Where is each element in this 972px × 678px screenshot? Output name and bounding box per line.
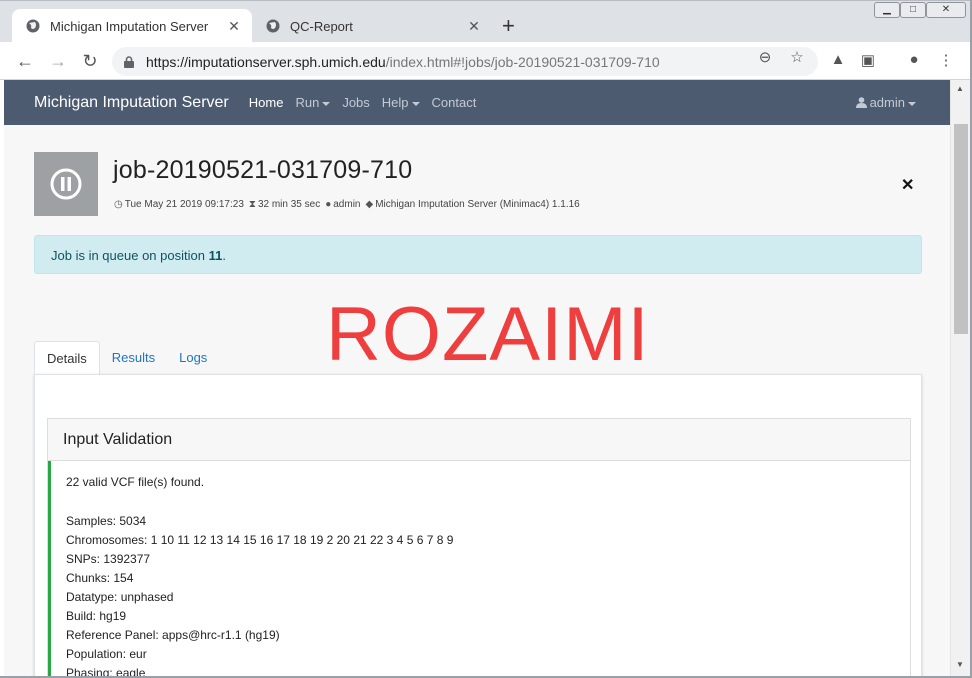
- browser-tab-michigan[interactable]: Michigan Imputation Server ✕: [12, 9, 252, 43]
- user-menu[interactable]: admin: [855, 95, 916, 110]
- zoom-icon[interactable]: ⊖: [756, 48, 774, 66]
- close-tab-icon[interactable]: ✕: [466, 18, 482, 35]
- page-viewport: Michigan Imputation Server Home Run Jobs…: [4, 80, 950, 676]
- job-app: Michigan Imputation Server (Minimac4) 1.…: [375, 199, 580, 210]
- navbar-brand[interactable]: Michigan Imputation Server: [34, 94, 229, 112]
- nav-item-jobs[interactable]: Jobs: [342, 95, 369, 110]
- tag-icon: ◆: [365, 199, 374, 210]
- url-host: https://imputationserver.sph.umich.edu: [146, 53, 386, 70]
- back-arrow-icon[interactable]: ←: [14, 50, 36, 72]
- validation-line: SNPs: 1392377: [66, 552, 151, 566]
- nav-item-help[interactable]: Help: [382, 95, 420, 110]
- user-menu-label: admin: [869, 95, 905, 110]
- globe-icon: [26, 19, 40, 33]
- browser-tab-title: QC-Report: [290, 18, 353, 34]
- validation-line: Reference Panel: apps@hrc-r1.1 (hg19): [66, 628, 280, 642]
- alert-prefix: Job is in queue on position: [51, 248, 209, 263]
- validation-line: Samples: 5034: [66, 514, 147, 528]
- close-window-icon[interactable]: ✕: [926, 2, 966, 18]
- validation-line: Build: hg19: [66, 609, 127, 623]
- job-status-icon: [34, 152, 98, 216]
- browser-tab-qc-report[interactable]: QC-Report ✕: [252, 9, 492, 43]
- validation-line: Phasing: eagle: [66, 666, 146, 676]
- caret-down-icon: [322, 101, 331, 106]
- browser-toolbar: ← → ↻ https://imputationserver.sph.umich…: [0, 42, 972, 80]
- validation-line: Datatype: unphased: [66, 590, 174, 604]
- maximize-window-icon[interactable]: □: [900, 2, 926, 18]
- url-path: /index.html#!jobs/job-20190521-031709-71…: [385, 53, 660, 70]
- reload-icon[interactable]: ↻: [79, 50, 101, 72]
- card-body: 22 valid VCF file(s) found. Samples: 503…: [48, 461, 910, 676]
- job-user: admin: [333, 199, 361, 210]
- forward-arrow-icon[interactable]: →: [47, 50, 69, 72]
- validation-line: Chunks: 154: [66, 571, 134, 585]
- caret-down-icon: [411, 101, 420, 106]
- watermark: ROZAIMI: [326, 292, 650, 377]
- hourglass-icon: ⧗: [248, 199, 256, 210]
- browser-menu-icon[interactable]: ⋮: [936, 51, 956, 69]
- nav-item-help-label: Help: [381, 95, 409, 110]
- lock-icon: [124, 55, 134, 68]
- profile-avatar-icon[interactable]: ●: [904, 51, 924, 68]
- job-tabs: Details Results Logs: [34, 341, 219, 375]
- globe-icon: [266, 19, 280, 33]
- validation-line: Chromosomes: 1 10 11 12 13 14 15 16 17 1…: [66, 533, 454, 547]
- nav-item-run[interactable]: Run: [295, 95, 331, 110]
- queue-alert: Job is in queue on position 11.: [34, 235, 922, 274]
- queue-position: 11: [208, 248, 223, 263]
- new-tab-icon[interactable]: +: [502, 14, 515, 38]
- tab-details[interactable]: Details: [34, 341, 100, 375]
- drive-extension-icon[interactable]: ▲: [828, 51, 848, 68]
- scroll-up-icon[interactable]: ▲: [956, 84, 964, 93]
- close-tab-icon[interactable]: ✕: [226, 18, 242, 35]
- job-title: job-20190521-031709-710: [113, 156, 413, 184]
- pause-icon: [50, 168, 82, 200]
- bookmark-star-icon[interactable]: ☆: [788, 48, 806, 66]
- tab-logs[interactable]: Logs: [167, 341, 219, 375]
- validation-line: Population: eur: [66, 647, 147, 661]
- page-scrollbar[interactable]: ▲ ▼: [950, 80, 972, 678]
- nav-item-home[interactable]: Home: [249, 95, 284, 110]
- browser-tab-title: Michigan Imputation Server: [50, 18, 209, 34]
- scrollbar-thumb[interactable]: [954, 124, 968, 334]
- input-validation-card: Input Validation 22 valid VCF file(s) fo…: [47, 418, 911, 676]
- scroll-down-icon[interactable]: ▼: [956, 660, 964, 669]
- address-bar[interactable]: https://imputationserver.sph.umich.edu/i…: [112, 47, 818, 76]
- job-date: Tue May 21 2019 09:17:23: [124, 199, 244, 210]
- job-meta: ◷ Tue May 21 2019 09:17:23 ⧗ 32 min 35 sec…: [114, 199, 585, 210]
- job-duration: 32 min 35 sec: [257, 199, 321, 210]
- browser-tab-strip: Michigan Imputation Server ✕ QC-Report ✕…: [0, 0, 972, 43]
- nav-item-run-label: Run: [295, 95, 320, 110]
- site-navbar: Michigan Imputation Server Home Run Jobs…: [4, 80, 950, 125]
- tab-results[interactable]: Results: [100, 341, 167, 375]
- caret-down-icon: [908, 101, 916, 106]
- shopping-bag-icon[interactable]: ▣: [858, 51, 878, 69]
- nav-item-contact[interactable]: Contact: [432, 95, 477, 110]
- user-icon: [855, 97, 867, 108]
- close-job-icon[interactable]: ✕: [901, 175, 914, 195]
- minimize-window-icon[interactable]: ▁: [874, 2, 900, 18]
- vcf-found-text: 22 valid VCF file(s) found.: [66, 475, 205, 489]
- clock-icon: ◷: [114, 199, 123, 210]
- card-header: Input Validation: [48, 419, 910, 461]
- url-text: https://imputationserver.sph.umich.edu/i…: [146, 54, 660, 70]
- details-pane: Input Validation 22 valid VCF file(s) fo…: [34, 374, 922, 676]
- alert-suffix: .: [222, 248, 226, 263]
- user-icon: ●: [325, 199, 332, 210]
